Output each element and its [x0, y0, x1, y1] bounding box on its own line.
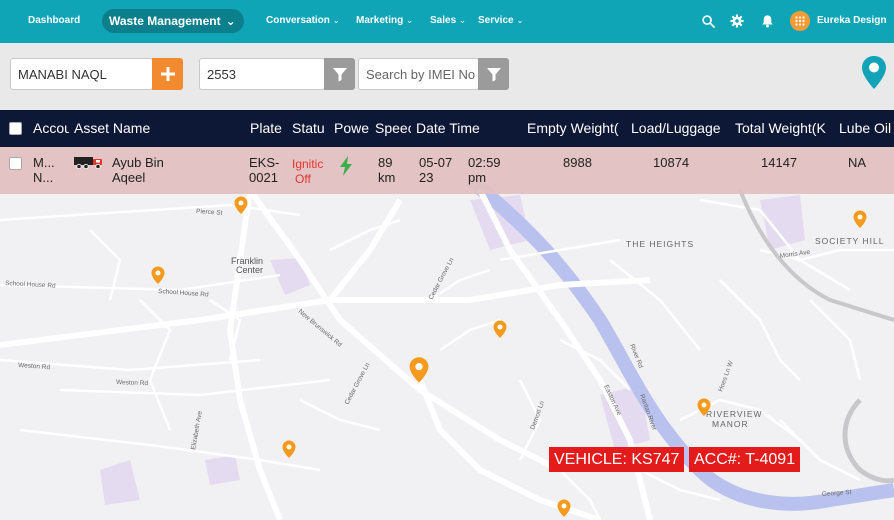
cell-plate: EKS- 0021	[249, 155, 280, 185]
select-all-checkbox[interactable]	[9, 122, 22, 135]
svg-text:SOCIETY HILL: SOCIETY HILL	[815, 236, 884, 246]
nav-marketing[interactable]: Marketing ⌄	[356, 15, 413, 26]
cell-asset-name[interactable]: Ayub Bin Aqeel	[112, 155, 212, 185]
col-power[interactable]: Powe	[334, 120, 370, 136]
svg-text:THE HEIGHTS: THE HEIGHTS	[626, 239, 694, 249]
vehicle-tag: VEHICLE: KS747	[549, 447, 685, 472]
svg-text:RIVERVIEW: RIVERVIEW	[706, 409, 763, 419]
col-account[interactable]: Accou	[33, 120, 69, 136]
bell-icon[interactable]	[758, 12, 776, 30]
cell-time: 02:59 pm	[468, 155, 501, 185]
imei-search-input[interactable]: Search by IMEI No	[358, 58, 479, 90]
filter-icon	[486, 68, 501, 82]
company-input[interactable]: MANABI NAQL	[10, 58, 153, 90]
svg-text:MANOR: MANOR	[712, 419, 749, 429]
col-total-weight[interactable]: Total Weight(K	[735, 120, 831, 136]
truck-icon	[74, 157, 102, 169]
cell-empty-weight: 8988	[563, 155, 592, 170]
chevron-down-icon: ⌄	[516, 16, 524, 25]
nav-module-selector[interactable]: Waste Management ⌄	[102, 9, 244, 33]
cell-total-weight: 14147	[761, 155, 798, 170]
nav-marketing-label: Marketing	[356, 15, 404, 26]
col-empty-weight[interactable]: Empty Weight(	[527, 120, 623, 136]
cell-lube-oil: NA	[848, 155, 867, 170]
town-label: Franklin Center	[231, 256, 263, 275]
imei-filter-button[interactable]	[478, 58, 509, 90]
power-bolt-icon	[340, 156, 352, 176]
nav-conversation-label: Conversation	[266, 15, 330, 26]
filter-icon	[332, 68, 347, 82]
nav-sales[interactable]: Sales ⌄	[430, 15, 466, 26]
table-row[interactable]: M... N... Ayub Bin Aqeel EKS- 0021 Ignitic O…	[0, 147, 894, 194]
plus-icon	[160, 67, 175, 81]
nav-sales-label: Sales	[430, 15, 457, 26]
col-speed[interactable]: Speec	[375, 120, 411, 136]
cell-status: Ignitic Off	[292, 157, 324, 186]
nav-service-label: Service	[478, 15, 514, 26]
col-status[interactable]: Statu	[292, 120, 326, 136]
gear-icon[interactable]	[728, 12, 746, 30]
row-checkbox[interactable]	[9, 157, 22, 170]
nav-service[interactable]: Service ⌄	[478, 15, 523, 26]
chevron-down-icon: ⌄	[225, 14, 236, 28]
cell-date: 05-07 23	[419, 155, 453, 185]
cell-account: M... N...	[33, 155, 55, 185]
user-name[interactable]: Eureka Design	[817, 15, 886, 26]
col-lube-oil[interactable]: Lube Oil	[839, 120, 894, 136]
nav-dashboard[interactable]: Dashboard	[28, 15, 80, 26]
user-avatar[interactable]	[790, 11, 810, 31]
col-plate[interactable]: Plate	[250, 120, 290, 136]
table-header: Accou Asset Name Plate Statu Powe Speec …	[0, 110, 894, 147]
nav-conversation[interactable]: Conversation ⌄	[266, 15, 340, 26]
chevron-down-icon: ⌄	[459, 16, 466, 25]
account-tag: ACC#: T-4091	[689, 447, 801, 472]
svg-text:Center: Center	[236, 265, 263, 275]
cell-speed: 89 km	[378, 155, 396, 185]
asset-search-input[interactable]: 2553	[199, 58, 325, 90]
add-button[interactable]	[152, 58, 183, 90]
cell-load: 10874	[653, 155, 690, 170]
search-icon[interactable]	[699, 12, 717, 30]
top-navigation-bar: Dashboard Waste Management ⌄ Conversatio…	[0, 0, 894, 43]
asset-filter-button[interactable]	[324, 58, 355, 90]
col-asset-name[interactable]: Asset Name	[74, 120, 174, 136]
col-date-time[interactable]: Date Time	[416, 120, 506, 136]
chevron-down-icon: ⌄	[332, 16, 340, 25]
svg-text:Weston Rd: Weston Rd	[116, 379, 149, 387]
location-pin-icon[interactable]	[860, 55, 888, 91]
col-load-luggage[interactable]: Load/Luggage	[631, 120, 731, 136]
chevron-down-icon: ⌄	[406, 16, 413, 25]
nav-module-label: Waste Management	[109, 14, 221, 28]
